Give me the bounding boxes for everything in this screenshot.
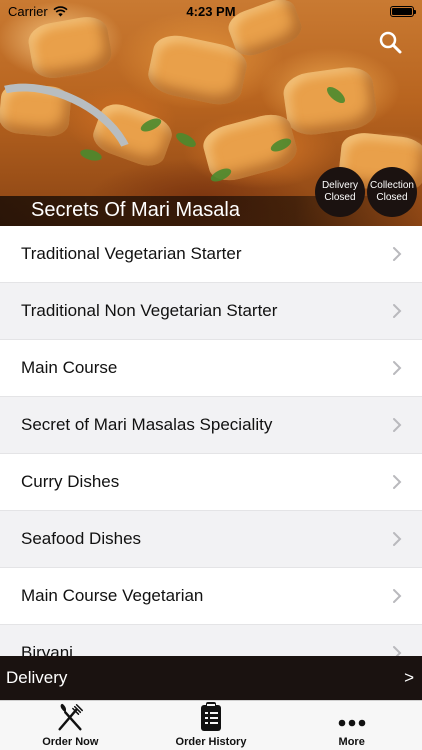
chevron-right-icon [393, 475, 402, 489]
delivery-mode-label: Delivery [6, 668, 68, 687]
chevron-right-icon [393, 418, 402, 432]
fork-knife-icon [58, 703, 84, 731]
tab-order-now[interactable]: Order Now [0, 701, 141, 750]
menu-category-item[interactable]: Secret of Mari Masalas Speciality [0, 397, 422, 454]
menu-category-item[interactable]: Seafood Dishes [0, 511, 422, 568]
chevron-right-icon [393, 532, 402, 546]
search-button[interactable] [378, 30, 404, 56]
menu-category-item[interactable]: Main Course [0, 340, 422, 397]
menu-category-item[interactable]: Curry Dishes [0, 454, 422, 511]
chevron-right-icon [393, 361, 402, 375]
search-icon [379, 31, 402, 54]
battery-icon [390, 5, 416, 17]
chevron-right-icon [393, 646, 402, 656]
menu-category-label: Main Course Vegetarian [21, 586, 204, 605]
menu-category-label: Secret of Mari Masalas Speciality [21, 415, 273, 434]
delivery-mode-bar[interactable]: Delivery > [0, 656, 422, 700]
more-dots-icon [338, 719, 365, 727]
menu-category-label: Traditional Non Vegetarian Starter [21, 301, 278, 320]
menu-category-item[interactable]: Main Course Vegetarian [0, 568, 422, 625]
wifi-icon [53, 5, 68, 16]
menu-category-list: Traditional Vegetarian Starter Tradition… [0, 226, 422, 656]
chevron-right-icon [393, 589, 402, 603]
menu-category-label: Seafood Dishes [21, 529, 142, 548]
menu-category-label: Main Course [21, 358, 118, 377]
tab-order-now-label: Order Now [42, 736, 99, 748]
menu-category-item[interactable]: Biryani [0, 625, 422, 656]
collection-status-badge: Collection Closed [367, 167, 417, 217]
status-bar: Carrier 4:23 PM [0, 0, 422, 22]
chevron-right-icon [393, 247, 402, 261]
tab-more-label: More [338, 736, 365, 748]
delivery-status-badge: Delivery Closed [315, 167, 365, 217]
menu-category-label: Biryani [21, 643, 73, 656]
menu-category-item[interactable]: Traditional Non Vegetarian Starter [0, 283, 422, 340]
tab-more[interactable]: More [281, 701, 422, 750]
menu-category-label: Traditional Vegetarian Starter [21, 244, 242, 263]
menu-category-item[interactable]: Traditional Vegetarian Starter [0, 226, 422, 283]
carrier-label: Carrier [8, 3, 48, 19]
menu-category-label: Curry Dishes [21, 472, 120, 491]
restaurant-title: Secrets Of Mari Masala [31, 199, 240, 221]
tab-order-history-label: Order History [175, 736, 247, 748]
clipboard-icon [201, 702, 221, 731]
tab-order-history[interactable]: Order History [141, 701, 282, 750]
delivery-mode-arrow: > [404, 668, 414, 687]
tab-bar: Order Now Order History More [0, 700, 422, 750]
chevron-right-icon [393, 304, 402, 318]
